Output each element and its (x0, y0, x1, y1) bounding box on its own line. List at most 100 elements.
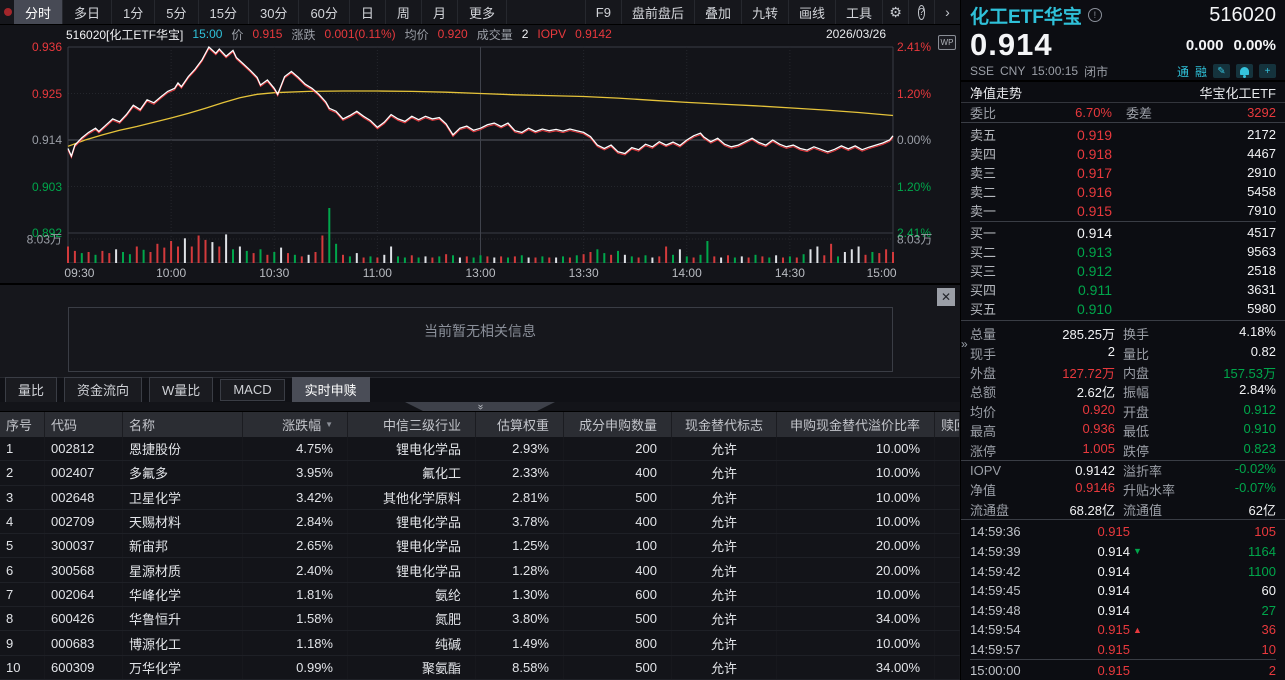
margin-badge-rong[interactable]: 融 (1195, 63, 1207, 80)
level-price: 0.914 (1016, 225, 1112, 241)
column-label: 现金替代标志 (685, 415, 763, 434)
column-header-code[interactable]: 代码 (45, 412, 123, 437)
cell-premium: 34.00% (777, 656, 935, 679)
toolbar-action-画线[interactable]: 画线 (788, 0, 835, 24)
nav-nav-trend[interactable]: 净值走势 (970, 83, 1022, 102)
stat-row: 现手2量比0.82 (970, 343, 1276, 362)
table-row[interactable]: 7002064华峰化学1.81%氨纶1.30%600允许10.00% (0, 583, 960, 607)
toolbar-tab-1分[interactable]: 1分 (112, 0, 155, 24)
help-icon[interactable]: ? (908, 0, 934, 24)
toolbar-tab-15分[interactable]: 15分 (199, 0, 249, 24)
plus-icon[interactable]: + (1259, 64, 1276, 78)
toolbar-action-工具[interactable]: 工具 (835, 0, 882, 24)
margin-badge-tong[interactable]: 通 (1177, 63, 1189, 80)
toolbar-tab-分时[interactable]: 分时 (14, 0, 63, 24)
column-header-name[interactable]: 名称 (123, 412, 243, 437)
table-row[interactable]: 9000683博源化工1.18%纯碱1.49%800允许10.00% (0, 631, 960, 655)
indicator-tab-资金流向[interactable]: 资金流向 (64, 377, 142, 403)
stat-value: 0.9146 (1075, 480, 1115, 499)
chevron-right-icon[interactable]: › (934, 0, 960, 24)
cell-industry: 锂电化学品 (348, 534, 476, 557)
cell-redeem (935, 437, 960, 460)
cell-name: 华峰化学 (123, 583, 243, 606)
table-row[interactable]: 6300568星源材质2.40%锂电化学品1.28%400允许20.00% (0, 558, 960, 582)
gear-icon[interactable]: ⚙ (882, 0, 908, 24)
tick-volume: 27 (1262, 603, 1276, 618)
toolbar-tab-周[interactable]: 周 (386, 0, 422, 24)
table-row[interactable]: 8600426华鲁恒升1.58%氮肥3.80%500允许34.00% (0, 607, 960, 631)
exchange-label: SSE (970, 64, 994, 78)
table-row[interactable]: 4002709天赐材料2.84%锂电化学品3.78%400允许10.00% (0, 510, 960, 534)
cell-premium: 10.00% (777, 437, 935, 460)
bell-icon[interactable] (1236, 64, 1253, 78)
info-icon[interactable]: ! (1088, 8, 1102, 22)
tick-row: 14:59:540.915▲36 (970, 620, 1276, 640)
tick-time: 14:59:42 (970, 564, 1048, 579)
toolbar-tab-日[interactable]: 日 (350, 0, 386, 24)
stat-label: 升贴水率 (1123, 480, 1175, 499)
toolbar-tab-60分[interactable]: 60分 (299, 0, 349, 24)
market-status: 闭市 (1084, 63, 1108, 80)
indicator-tab-W量比[interactable]: W量比 (149, 377, 213, 403)
stock-name[interactable]: 化工ETF华宝 (970, 2, 1082, 29)
cell-seq: 9 (0, 631, 45, 654)
tick-price: 0.914 (1048, 583, 1130, 598)
cell-redeem (935, 534, 960, 557)
cell-change: 1.18% (243, 631, 348, 654)
toolbar-tab-30分[interactable]: 30分 (249, 0, 299, 24)
ask-row: 卖二0.9165458 (970, 182, 1276, 201)
tick-arrow-icon: ▲ (1130, 625, 1144, 635)
cell-redeem (935, 656, 960, 679)
column-header-weight[interactable]: 估算权重 (476, 412, 564, 437)
toolbar-tab-更多[interactable]: 更多 (458, 0, 507, 24)
toolbar-action-叠加[interactable]: 叠加 (694, 0, 741, 24)
volume-label: 成交量 (477, 26, 513, 43)
column-header-qty[interactable]: 成分申购数量 (564, 412, 672, 437)
toolbar-action-盘前盘后[interactable]: 盘前盘后 (621, 0, 694, 24)
close-icon[interactable]: ✕ (937, 288, 955, 306)
constituents-table: 序号代码名称涨跌幅▼中信三级行业估算权重成分申购数量现金替代标志申购现金替代溢价… (0, 412, 960, 680)
ask-row: 卖一0.9157910 (970, 201, 1276, 220)
column-header-industry[interactable]: 中信三级行业 (348, 412, 476, 437)
x-axis-label: 14:30 (775, 266, 805, 280)
column-header-change[interactable]: 涨跌幅▼ (243, 412, 348, 437)
y-axis-label-left: 0.903 (0, 180, 62, 194)
tick-list[interactable]: 14:59:360.91510514:59:390.914▼116414:59:… (961, 522, 1285, 680)
column-header-seq[interactable]: 序号 (0, 412, 45, 437)
table-row[interactable]: 2002407多氟多3.95%氟化工2.33%400允许10.00% (0, 461, 960, 485)
table-row[interactable]: 10600309万华化学0.99%聚氨酯8.58%500允许34.00% (0, 656, 960, 680)
toolbar-action-九转[interactable]: 九转 (741, 0, 788, 24)
tick-price: 0.915 (1048, 642, 1130, 657)
intraday-chart[interactable]: WP 0.9360.9250.9140.9030.8922.41%1.20%0.… (0, 43, 960, 283)
stat-cell: 流通值62亿 (1123, 500, 1276, 519)
tick-price: 0.915 (1048, 663, 1130, 678)
column-header-redeem[interactable]: 赎回现 (935, 412, 960, 437)
stat-cell: 内盘157.53万 (1123, 363, 1276, 382)
table-row[interactable]: 3002648卫星化学3.42%其他化学原料2.81%500允许10.00% (0, 486, 960, 510)
indicator-tab-实时申赎[interactable]: 实时申赎 (292, 377, 370, 403)
tick-price: 0.914 (1048, 603, 1130, 618)
volume-axis-label: 8.03万 (0, 231, 62, 248)
stat-value: 2 (1108, 344, 1115, 363)
table-row[interactable]: 5300037新宙邦2.65%锂电化学品1.25%100允许20.00% (0, 534, 960, 558)
indicator-tab-MACD[interactable]: MACD (220, 379, 284, 401)
cell-cash_flag: 允许 (672, 607, 777, 630)
expand-icon[interactable]: » (961, 337, 968, 351)
level-volume: 5458 (1247, 184, 1276, 199)
column-header-cash_flag[interactable]: 现金替代标志 (672, 412, 777, 437)
nav-fund-name[interactable]: 华宝化工ETF (1199, 83, 1276, 102)
stat-value: 127.72万 (1062, 363, 1115, 382)
table-row[interactable]: 1002812恩捷股份4.75%锂电化学品2.93%200允许10.00% (0, 437, 960, 461)
indicator-tab-量比[interactable]: 量比 (5, 377, 57, 403)
tick-row: 14:59:420.9141100 (970, 561, 1276, 581)
toolbar-tab-多日[interactable]: 多日 (63, 0, 112, 24)
toolbar-tab-月[interactable]: 月 (422, 0, 458, 24)
toolbar-action-F9[interactable]: F9 (585, 0, 621, 24)
column-header-premium[interactable]: 申购现金替代溢价比率 (777, 412, 935, 437)
tick-time: 14:59:54 (970, 622, 1048, 637)
pencil-icon[interactable]: ✎ (1213, 64, 1230, 78)
tick-price: 0.915 (1048, 524, 1130, 539)
toolbar-tab-5分[interactable]: 5分 (155, 0, 198, 24)
period-tabs: 分时多日1分5分15分30分60分日周月更多 (14, 0, 507, 24)
collapse-handle[interactable]: » (405, 402, 555, 411)
